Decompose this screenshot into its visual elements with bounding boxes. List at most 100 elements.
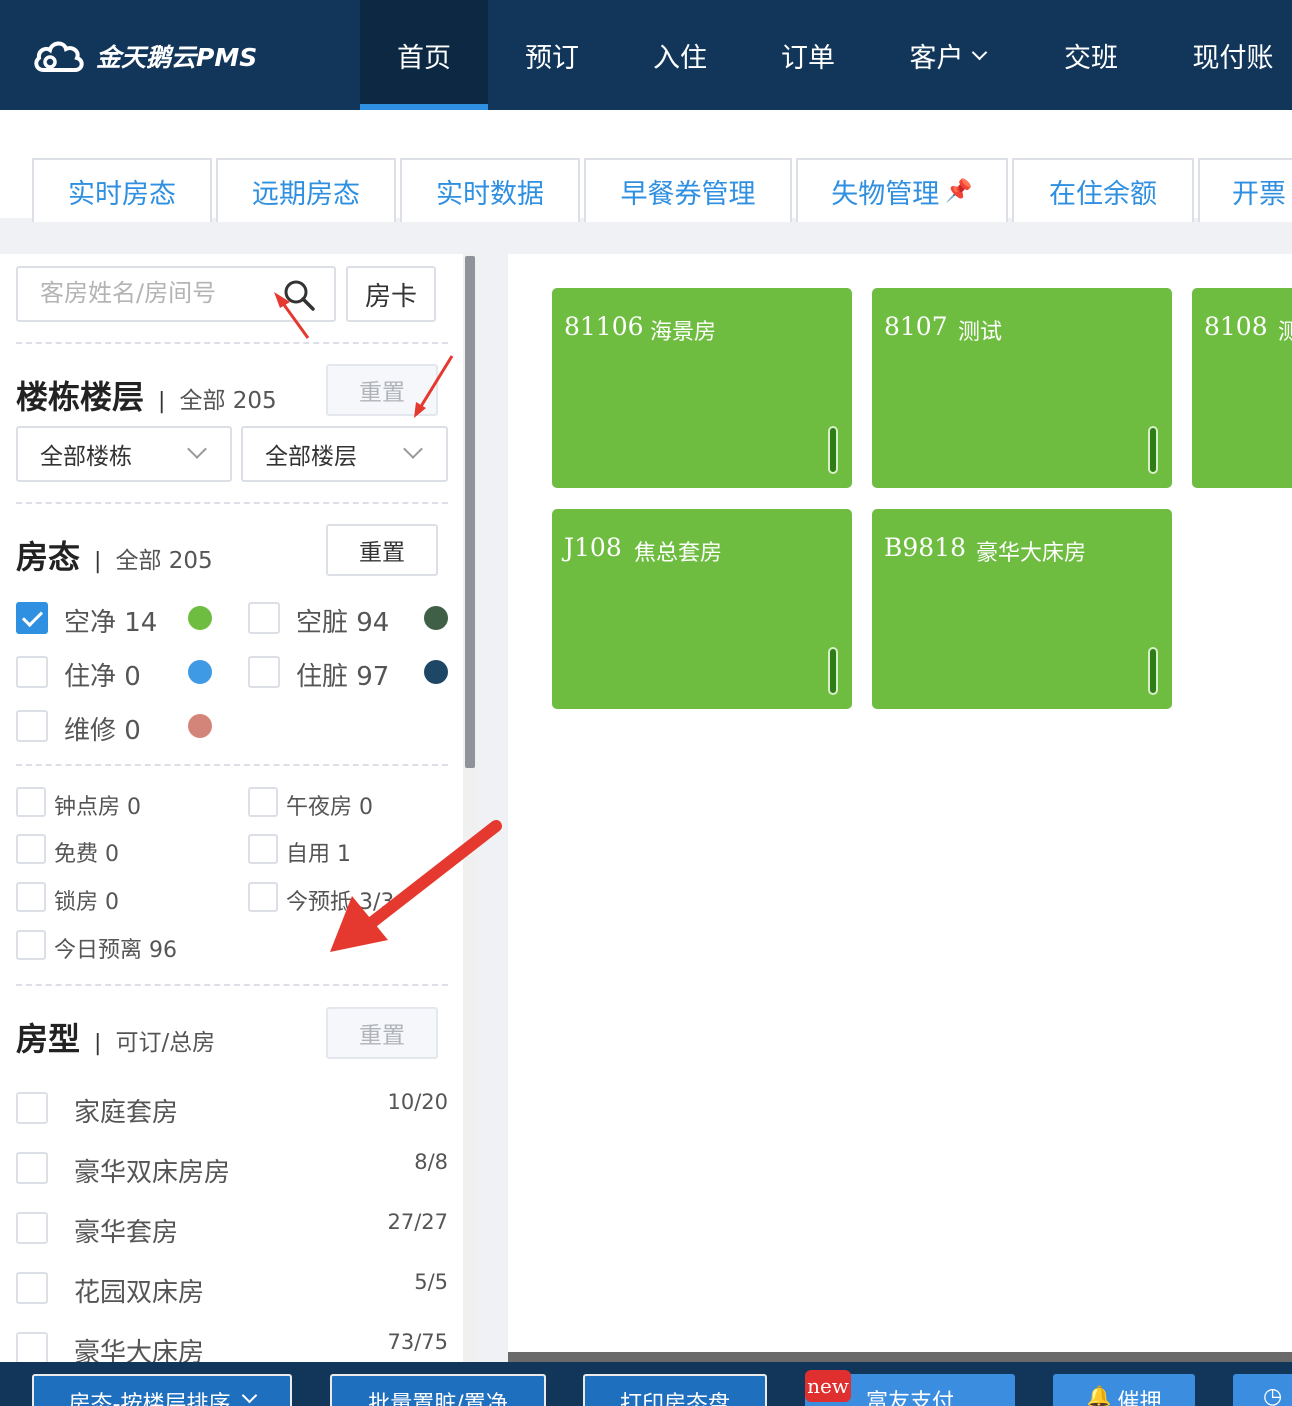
nav-checkin[interactable]: 入住 (616, 0, 744, 110)
room-type: 焦总套房 (634, 541, 723, 566)
nav-home[interactable]: 首页 (360, 0, 488, 110)
status-section-title: 房态 | 全部 205 (16, 532, 213, 578)
status-occupied-dirty-checkbox[interactable] (248, 656, 280, 688)
status-occupied-clean-checkbox[interactable] (16, 656, 48, 688)
nav-cash-account[interactable]: 现付账 (1160, 0, 1292, 110)
status-maintenance-checkbox[interactable] (16, 710, 48, 742)
bell-icon: 🔔 (1086, 1384, 1112, 1406)
flag-free-checkbox[interactable] (16, 834, 46, 864)
floor-select[interactable]: 全部楼层 (241, 426, 448, 482)
remind-deposit-button[interactable]: 🔔 催押 (1053, 1374, 1195, 1406)
room-status-indicator (1148, 647, 1158, 695)
search-field (16, 266, 336, 322)
room-card[interactable]: B9818 豪华大床房 (872, 509, 1172, 709)
roomtype-label: 花园双床房 (74, 1278, 205, 1308)
room-card[interactable]: 81106 海景房 (552, 288, 852, 488)
room-card[interactable]: J108 焦总套房 (552, 509, 852, 709)
flag-self-use-label: 自用 1 (286, 842, 351, 867)
horizontal-scrollbar[interactable] (508, 1352, 1292, 1362)
flag-self-use-checkbox[interactable] (248, 834, 278, 864)
tab-invoice[interactable]: 开票 (1198, 158, 1292, 222)
room-card[interactable]: 8107 测试 (872, 288, 1172, 488)
sort-select-button[interactable]: 房态-按楼层排序 (32, 1374, 292, 1406)
room-card-button[interactable]: 房卡 (346, 266, 436, 322)
flag-departure-today-label: 今日预离 96 (54, 938, 177, 963)
clock-icon: ◷ (1263, 1384, 1283, 1406)
roomtype-label: 豪华双床房房 (74, 1158, 231, 1188)
status-vacant-dirty-checkbox[interactable] (248, 602, 280, 634)
flag-locked-checkbox[interactable] (16, 882, 46, 912)
tab-realtime-status[interactable]: 实时房态 (32, 158, 212, 222)
content-gutter (477, 254, 508, 1362)
chevron-down-icon (242, 1387, 258, 1404)
building-total: 全部 205 (179, 388, 277, 414)
roomtype-reset-button[interactable]: 重置 (326, 1007, 438, 1059)
title-separator: | (158, 389, 166, 414)
roomtype-count: 73/75 (387, 1330, 448, 1354)
chevron-down-icon (403, 439, 423, 459)
roomtype-count: 5/5 (414, 1270, 448, 1294)
chevron-down-icon (971, 44, 987, 60)
room-card[interactable]: 8108 测 (1192, 288, 1292, 488)
roomtype-count: 8/8 (414, 1150, 448, 1174)
building-section-title: 楼栋楼层 | 全部 205 (16, 372, 277, 418)
building-select-value: 全部楼栋 (40, 444, 132, 470)
building-select[interactable]: 全部楼栋 (16, 426, 232, 482)
status-vacant-clean-checkbox[interactable] (16, 602, 48, 634)
building-reset-button[interactable]: 重置 (326, 364, 438, 416)
status-maintenance-label: 维修 0 (64, 716, 141, 746)
app-logo[interactable]: 金天鹅云PMS (30, 36, 257, 76)
search-input[interactable] (40, 268, 280, 318)
roomtype-subtitle: 可订/总房 (115, 1030, 216, 1056)
nav-customers[interactable]: 客户 (872, 0, 1022, 110)
roomtype-section-title: 房型 | 可订/总房 (16, 1014, 215, 1060)
roomtype-checkbox[interactable] (16, 1332, 48, 1364)
status-vacant-dirty-label: 空脏 94 (296, 608, 390, 638)
room-status-indicator (1148, 426, 1158, 474)
nav-shift[interactable]: 交班 (1030, 0, 1152, 110)
roomtype-checkbox[interactable] (16, 1212, 48, 1244)
search-icon[interactable] (282, 278, 316, 312)
divider (16, 764, 448, 766)
sidebar-scrollbar-thumb[interactable] (465, 256, 475, 768)
status-title: 房态 (16, 538, 81, 576)
tab-realtime-data[interactable]: 实时数据 (400, 158, 580, 222)
room-status-indicator (828, 647, 838, 695)
divider (16, 502, 448, 504)
roomtype-checkbox[interactable] (16, 1272, 48, 1304)
batch-dirty-clean-button[interactable]: 批量置脏/置净 (330, 1374, 546, 1406)
flag-arrival-today-checkbox[interactable] (248, 882, 278, 912)
divider (16, 984, 448, 986)
roomtype-checkbox[interactable] (16, 1152, 48, 1184)
pin-icon: 📌 (945, 178, 973, 204)
tab-lost-found[interactable]: 失物管理 📌 (796, 158, 1008, 222)
flag-departure-today-checkbox[interactable] (16, 930, 46, 960)
flag-hourly-checkbox[interactable] (16, 787, 46, 817)
tab-breakfast-voucher[interactable]: 早餐券管理 (584, 158, 792, 222)
clock-button[interactable]: ◷ (1233, 1374, 1292, 1406)
remind-deposit-label: 催押 (1117, 1390, 1162, 1406)
room-status-indicator (828, 426, 838, 474)
tab-inhouse-balance[interactable]: 在住余额 (1012, 158, 1194, 222)
logo-text: 金天鹅云PMS (96, 43, 258, 72)
status-reset-button[interactable]: 重置 (326, 524, 438, 576)
nav-orders[interactable]: 订单 (744, 0, 872, 110)
flag-midnight-checkbox[interactable] (248, 787, 278, 817)
room-number: B9818 (884, 533, 966, 562)
room-number: J108 (564, 533, 622, 562)
chevron-down-icon (187, 439, 207, 459)
room-number: 8107 (884, 312, 948, 341)
status-color-dot (188, 606, 212, 630)
room-number: 81106 (564, 312, 644, 341)
status-color-dot (188, 660, 212, 684)
nav-reservation[interactable]: 预订 (488, 0, 616, 110)
print-room-status-button[interactable]: 打印房态盘 (583, 1374, 767, 1406)
roomtype-checkbox[interactable] (16, 1092, 48, 1124)
status-color-dot (424, 660, 448, 684)
new-badge: new (805, 1370, 851, 1402)
roomtype-label: 豪华套房 (74, 1218, 179, 1248)
status-occupied-dirty-label: 住脏 97 (296, 662, 390, 692)
tab-future-status[interactable]: 远期房态 (216, 158, 396, 222)
flag-locked-label: 锁房 0 (54, 890, 119, 915)
status-occupied-clean-label: 住净 0 (64, 662, 141, 692)
